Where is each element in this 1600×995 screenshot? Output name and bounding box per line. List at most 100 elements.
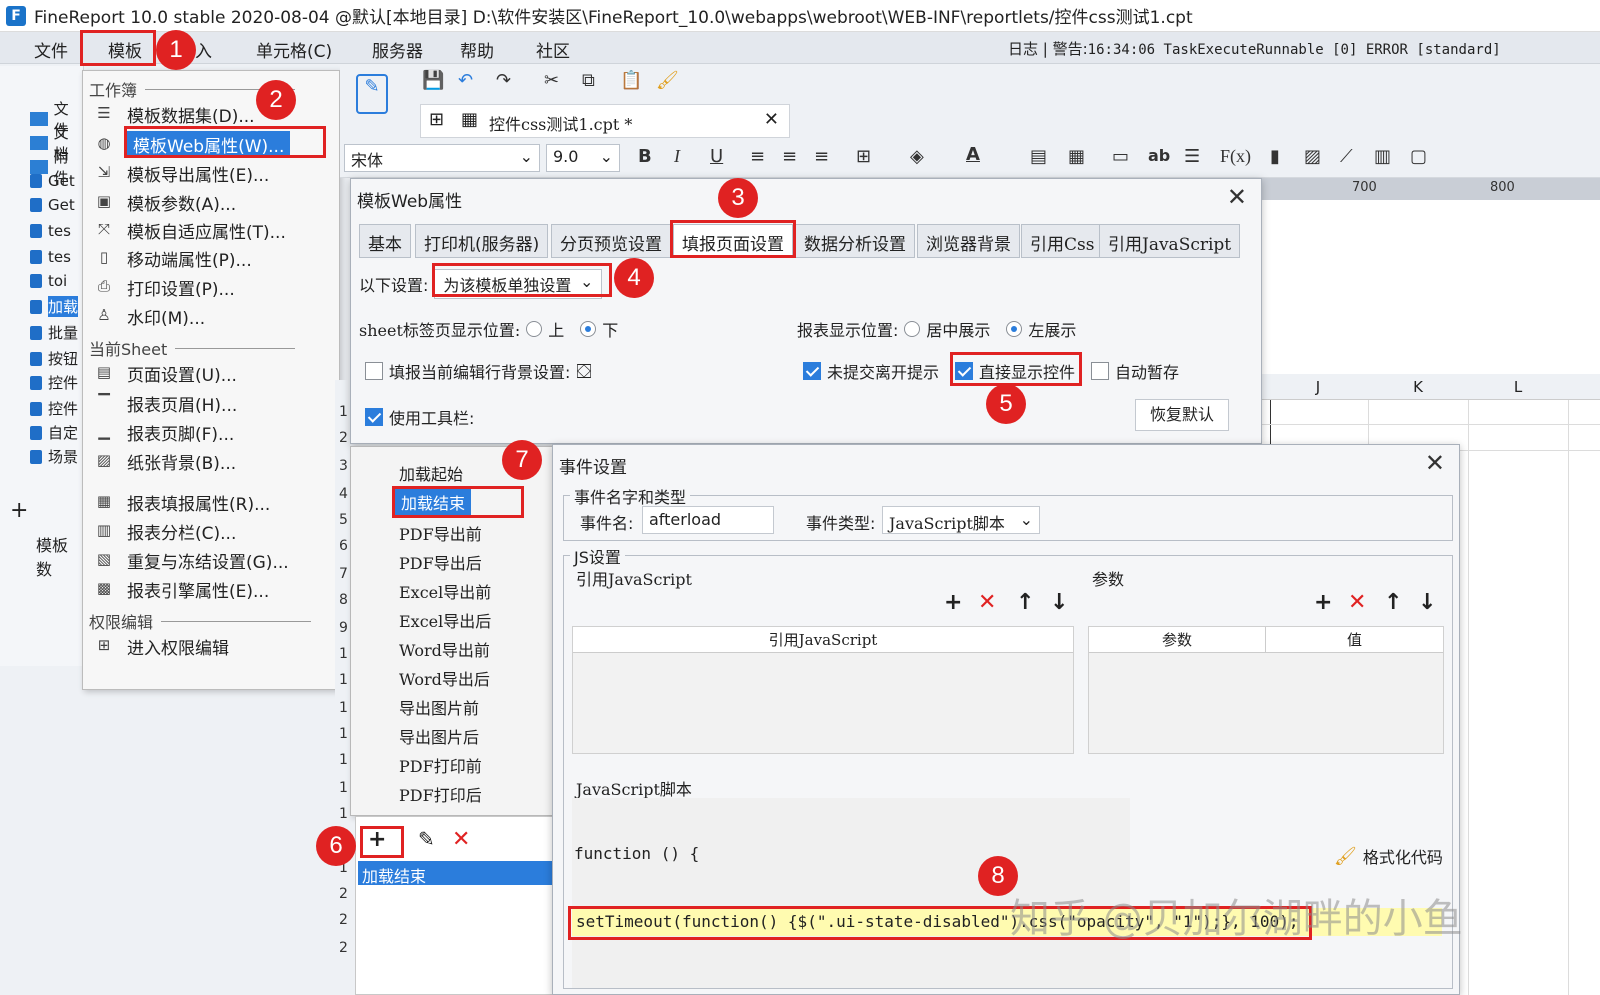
add-param-icon[interactable]: + [1314,590,1332,615]
menu-item-export-attr[interactable]: ⇲ 模板导出属性(E)... [93,160,270,186]
menu-item-engine[interactable]: ▩ 报表引擎属性(E)... [93,576,269,602]
event-item[interactable]: Word导出前 [399,637,490,661]
restore-default-button[interactable]: 恢复默认 [1135,399,1229,431]
log-label[interactable]: 日志 [1008,40,1038,58]
show-widget-checkbox[interactable] [955,362,973,380]
paragraph-icon[interactable]: ☰ [1184,146,1200,167]
menu-item-watermark[interactable]: ♙ 水印(M)... [93,303,205,329]
cut-icon[interactable]: ✂ [544,70,559,91]
font-color-icon[interactable]: A [966,144,980,165]
radio-bottom[interactable] [580,321,597,337]
bold-icon[interactable]: B [638,146,652,167]
menu-cell[interactable]: 单元格(C) [256,37,332,62]
selected-event[interactable]: 加载结束 [358,861,552,886]
tree-item[interactable]: 加载 [30,296,79,317]
font-select[interactable]: 宋体 ⌄ [344,144,540,172]
close-tab-icon[interactable]: ✕ [764,109,779,130]
delete-js-icon[interactable]: ✕ [978,590,996,615]
menu-item-page-setup[interactable]: ▤ 页面设置(U)... [93,360,237,386]
delete-icon[interactable]: ✕ [452,827,470,852]
font-size-select[interactable]: 9.0 ⌄ [546,144,620,172]
tab-printer[interactable]: 打印机(服务器) [415,224,549,258]
menu-item-permission[interactable]: ⊞ 进入权限编辑 [93,633,229,659]
menu-template[interactable]: 模板 [108,37,142,62]
tab-basic[interactable]: 基本 [359,224,411,258]
menu-item-paper-bg[interactable]: ▨ 纸张背景(B)... [93,448,236,474]
merge-icon[interactable]: ▤ [1030,146,1047,167]
tree-item[interactable]: toi [30,272,67,290]
unsubmitted-checkbox[interactable] [803,362,821,380]
tree-item[interactable]: 控件 [30,398,78,419]
tab-page-preview[interactable]: 分页预览设置 [551,224,671,258]
menu-item-print[interactable]: ⎙ 打印设置(P)... [93,274,235,300]
copy-icon[interactable]: ⧉ [582,70,595,91]
delete-param-icon[interactable]: ✕ [1348,590,1366,615]
underline-icon[interactable]: U [710,146,723,167]
border-icon[interactable]: ⊞ [856,146,871,167]
menu-server[interactable]: 服务器 [372,37,423,62]
formula-icon[interactable]: F(x) [1220,146,1251,167]
tree-item[interactable]: 控件 [30,372,78,393]
insert-widget-icon[interactable]: ▭ [1112,146,1129,167]
radio-center[interactable] [904,321,921,337]
event-item[interactable]: PDF打印前 [399,753,482,777]
add-event-icon[interactable]: + [368,827,386,852]
column-k[interactable]: K [1368,378,1468,396]
add-icon[interactable]: + [10,498,28,523]
close-icon[interactable]: ✕ [1227,183,1247,211]
event-type-select[interactable]: JavaScript脚本 ⌄ [882,506,1040,534]
edit-icon[interactable]: ✎ [418,827,435,851]
tree-item[interactable]: 按钮 [30,348,78,369]
ref-js-table[interactable]: 引用JavaScript [572,626,1074,754]
tab-data-analysis[interactable]: 数据分析设置 [795,224,915,258]
menu-item-adaptive[interactable]: ⤧ 模板自适应属性(T)... [93,217,286,243]
event-name-input[interactable]: afterload [642,506,774,534]
tree-item[interactable]: Get [30,196,75,214]
down-arrow-icon[interactable]: ↓ [1050,590,1068,615]
align-center-icon[interactable]: ≡ [782,146,797,167]
menu-community[interactable]: 社区 [536,37,570,62]
add-js-icon[interactable]: + [944,590,962,615]
event-item[interactable]: 加载起始 [399,461,463,485]
format-code-button[interactable]: 🖌 格式化代码 [1334,844,1443,868]
up-arrow-icon[interactable]: ↑ [1384,590,1402,615]
radio-top[interactable] [526,321,543,337]
menu-item-footer[interactable]: ▁ 报表页脚(F)... [93,419,234,445]
paste-icon[interactable]: 📋 [620,70,642,91]
menu-item-header[interactable]: ▔ 报表页眉(H)... [93,390,237,416]
event-item[interactable]: 导出图片后 [399,724,479,748]
tree-item[interactable]: tes [30,248,71,266]
menu-help[interactable]: 帮助 [460,37,494,62]
event-item[interactable]: 导出图片前 [399,695,479,719]
params-table[interactable]: 参数 值 [1088,626,1444,754]
tree-item[interactable]: 场景 [30,446,78,467]
event-item[interactable]: PDF导出后 [399,550,482,574]
column-l[interactable]: L [1468,378,1568,396]
save-icon[interactable]: 💾 [422,70,444,91]
editor-tab[interactable]: ⊞ ▦ 控件css测试1.cpt * ✕ [420,104,790,138]
down-arrow-icon[interactable]: ↓ [1418,590,1436,615]
tab-ref-js[interactable]: 引用JavaScript [1099,224,1241,258]
image-icon[interactable]: ▨ [1304,146,1321,167]
tree-item[interactable]: tes [30,222,71,240]
settings-select[interactable]: 为该模板单独设置 ⌄ [434,269,603,299]
event-item[interactable]: Excel导出前 [399,579,491,603]
subreport-icon[interactable]: ▥ [1374,146,1391,167]
fill-bg-checkbox[interactable] [365,362,383,380]
menu-item-freeze[interactable]: ▧ 重复与冻结设置(G)... [93,547,289,573]
align-left-icon[interactable]: ≡ [750,146,765,167]
tab-ref-css[interactable]: 引用Css [1021,224,1104,258]
radio-left[interactable] [1006,321,1023,337]
paint-bucket-icon[interactable]: ⛋ [576,359,591,383]
close-icon[interactable]: ✕ [1425,449,1445,477]
tab-fill-page[interactable]: 填报页面设置 [673,224,793,258]
menu-item-fill-attr[interactable]: ▦ 报表填报属性(R)... [93,489,270,515]
menu-item-mobile[interactable]: ▯ 移动端属性(P)... [93,245,252,271]
tree-item[interactable]: 自定 [30,422,78,443]
unmerge-icon[interactable]: ▦ [1068,146,1085,167]
event-item[interactable]: PDF打印后 [399,782,482,806]
tab-browser-bg[interactable]: 浏览器背景 [917,224,1020,258]
undo-icon[interactable]: ↶ [458,70,473,91]
italic-icon[interactable]: I [674,146,680,167]
event-item[interactable]: PDF导出前 [399,521,482,545]
